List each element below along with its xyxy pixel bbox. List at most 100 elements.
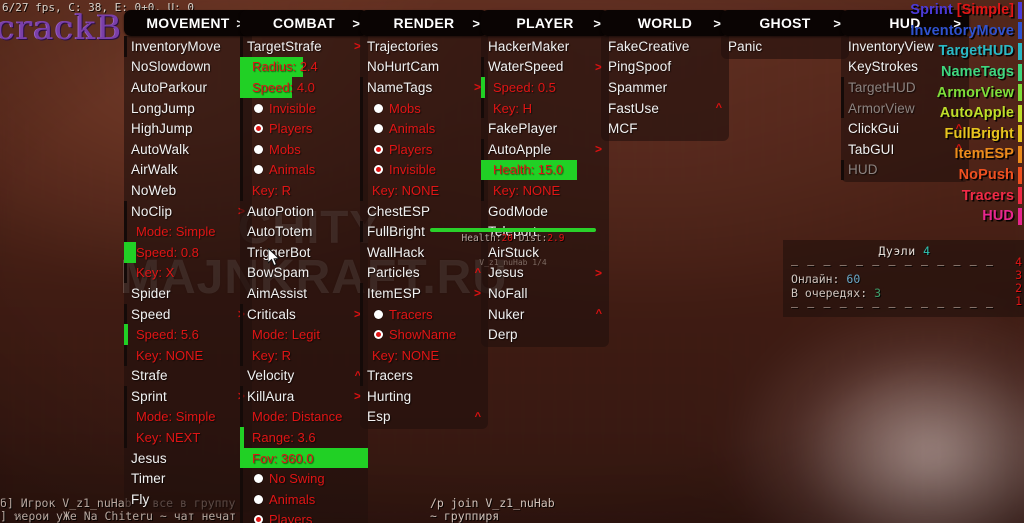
module-trajectories[interactable]: Trajectories <box>360 36 488 57</box>
module-strafe[interactable]: Strafe <box>124 366 252 387</box>
module-autopotion[interactable]: AutoPotion <box>240 201 368 222</box>
checkbox-dot-icon[interactable] <box>374 144 383 154</box>
checkbox-players[interactable]: Players <box>240 118 368 139</box>
checkbox-mobs[interactable]: Mobs <box>240 138 368 160</box>
checkbox-mobs[interactable]: Mobs <box>360 97 488 119</box>
module-inventorymove[interactable]: InventoryMove <box>124 36 252 57</box>
chevron-up-icon[interactable]: ^ <box>475 411 481 423</box>
clickgui-panel-player[interactable]: PLAYER > HackerMaker WaterSpeed > Speed: 0.5 K… <box>481 10 609 347</box>
module-speed[interactable]: Speed> <box>124 303 252 325</box>
slider-radius[interactable]: Radius: 2.4 <box>240 56 368 78</box>
checkbox-dot-icon[interactable] <box>254 515 263 523</box>
chevron-right-icon[interactable]: > <box>713 16 721 31</box>
setting-key[interactable]: Key: H <box>481 97 609 119</box>
module-autoparkour[interactable]: AutoParkour <box>124 77 252 98</box>
module-aimassist[interactable]: AimAssist <box>240 283 368 304</box>
chevron-up-icon[interactable]: ^ <box>716 102 722 114</box>
slider-range[interactable]: Range: 3.6 <box>240 427 368 448</box>
panel-header[interactable]: WORLD > <box>601 10 729 36</box>
slider-speed[interactable]: Speed: 0.8 <box>124 241 252 263</box>
checkbox-dot-icon[interactable] <box>254 165 263 175</box>
checkbox-animals[interactable]: Animals <box>240 159 368 181</box>
setting-key[interactable]: Key: R <box>240 344 368 366</box>
module-hurting[interactable]: Hurting <box>360 386 488 407</box>
module-autototem[interactable]: AutoTotem <box>240 221 368 242</box>
module-noclip[interactable]: NoClip> <box>124 200 252 222</box>
panel-header[interactable]: RENDER > <box>360 10 488 36</box>
module-pingspoof[interactable]: PingSpoof <box>601 57 729 78</box>
slider-speed[interactable]: Speed: 5.6 <box>124 324 252 345</box>
chevron-up-icon[interactable]: ^ <box>596 308 602 320</box>
slider-fill[interactable] <box>124 324 128 345</box>
checkbox-players[interactable]: Players <box>240 509 368 523</box>
module-spider[interactable]: Spider <box>124 283 252 304</box>
chevron-right-icon[interactable]: > <box>474 286 481 300</box>
module-criticals[interactable]: Criticals > <box>240 303 368 325</box>
setting-key[interactable]: Key: NONE <box>481 180 609 201</box>
checkbox-dot-icon[interactable] <box>254 494 263 504</box>
setting-key[interactable]: Key: R <box>240 180 368 201</box>
clickgui-panel-render[interactable]: RENDER > Trajectories NoHurtCam NameTags > Mob… <box>360 10 488 430</box>
module-itemesp[interactable]: ItemESP > <box>360 283 488 304</box>
setting-mode[interactable]: Mode: Simple <box>124 406 252 428</box>
checkbox-dot-icon[interactable] <box>254 124 263 134</box>
module-mcf[interactable]: MCF <box>601 118 729 139</box>
slider-health[interactable]: Health: 15.0 <box>481 159 609 181</box>
module-nuker[interactable]: Nuker ^ <box>481 304 609 325</box>
slider-speed[interactable]: Speed: 4.0 <box>240 77 368 98</box>
module-timer[interactable]: Timer <box>124 468 252 489</box>
setting-key[interactable]: Key: NONE <box>360 344 488 366</box>
setting-key[interactable]: Key: X <box>124 262 252 284</box>
chevron-right-icon[interactable]: > <box>474 80 481 94</box>
module-fly[interactable]: Fly <box>124 489 252 510</box>
module-nohurtcam[interactable]: NoHurtCam <box>360 57 488 78</box>
clickgui-panel-movement[interactable]: MOVEMENT> InventoryMove NoSlowdown AutoPark… <box>124 10 252 512</box>
module-longjump[interactable]: LongJump <box>124 98 252 119</box>
chevron-right-icon[interactable]: > <box>833 16 841 31</box>
module-fakeplayer[interactable]: FakePlayer <box>481 118 609 139</box>
checkbox-tracers[interactable]: Tracers <box>360 303 488 325</box>
checkbox-dot-icon[interactable] <box>254 474 263 484</box>
module-tracers[interactable]: Tracers <box>360 365 488 387</box>
checkbox-players[interactable]: Players <box>360 138 488 160</box>
module-fakecreative[interactable]: FakeCreative <box>601 36 729 57</box>
checkbox-dot-icon[interactable] <box>374 330 383 340</box>
slider-speed[interactable]: Speed: 0.5 <box>481 77 609 98</box>
module-nametags[interactable]: NameTags > <box>360 77 488 98</box>
checkbox-dot-icon[interactable] <box>374 165 383 175</box>
module-fastuse[interactable]: FastUse ^ <box>601 98 729 119</box>
module-velocity[interactable]: Velocity ^ <box>240 366 368 387</box>
panel-header[interactable]: COMBAT > <box>240 10 368 36</box>
checkbox-dot-icon[interactable] <box>254 103 263 113</box>
checkbox-noswing[interactable]: No Swing <box>240 468 368 490</box>
chevron-right-icon[interactable]: > <box>595 142 602 156</box>
chevron-right-icon[interactable]: > <box>593 16 601 31</box>
chevron-right-icon[interactable]: > <box>472 16 480 31</box>
slider-fill[interactable] <box>240 427 244 448</box>
slider-fov[interactable]: Fov: 360.0 <box>240 447 368 469</box>
module-airwalk[interactable]: AirWalk <box>124 160 252 181</box>
module-waterspeed[interactable]: WaterSpeed > <box>481 56 609 78</box>
panel-header[interactable]: GHOST > <box>721 10 849 36</box>
clickgui-panel-ghost[interactable]: GHOST > Panic <box>721 10 849 59</box>
module-spammer[interactable]: Spammer <box>601 77 729 98</box>
setting-key[interactable]: Key: NEXT <box>124 427 252 448</box>
module-bowspam[interactable]: BowSpam <box>240 263 368 284</box>
clickgui-panel-combat[interactable]: COMBAT > TargetStrafe > Radius: 2.4 Speed: 4.… <box>240 10 368 523</box>
checkbox-invisible[interactable]: Invisible <box>360 159 488 181</box>
slider-fill[interactable] <box>481 77 485 98</box>
module-panic[interactable]: Panic <box>721 36 849 57</box>
module-noweb[interactable]: NoWeb <box>124 180 252 201</box>
module-autowalk[interactable]: AutoWalk <box>124 139 252 160</box>
module-autoapple[interactable]: AutoApple > <box>481 138 609 160</box>
module-hackermaker[interactable]: HackerMaker <box>481 36 609 57</box>
module-sprint[interactable]: Sprint> <box>124 386 252 407</box>
checkbox-invisible[interactable]: Invisible <box>240 97 368 119</box>
module-esp[interactable]: Esp ^ <box>360 407 488 428</box>
module-highjump[interactable]: HighJump <box>124 118 252 139</box>
checkbox-dot-icon[interactable] <box>374 124 383 134</box>
checkbox-dot-icon[interactable] <box>374 103 383 113</box>
setting-mode[interactable]: Mode: Simple <box>124 221 252 242</box>
clickgui-panel-world[interactable]: WORLD > FakeCreative PingSpoof Spammer FastUs… <box>601 10 729 141</box>
module-triggerbot[interactable]: TriggerBot <box>240 242 368 263</box>
